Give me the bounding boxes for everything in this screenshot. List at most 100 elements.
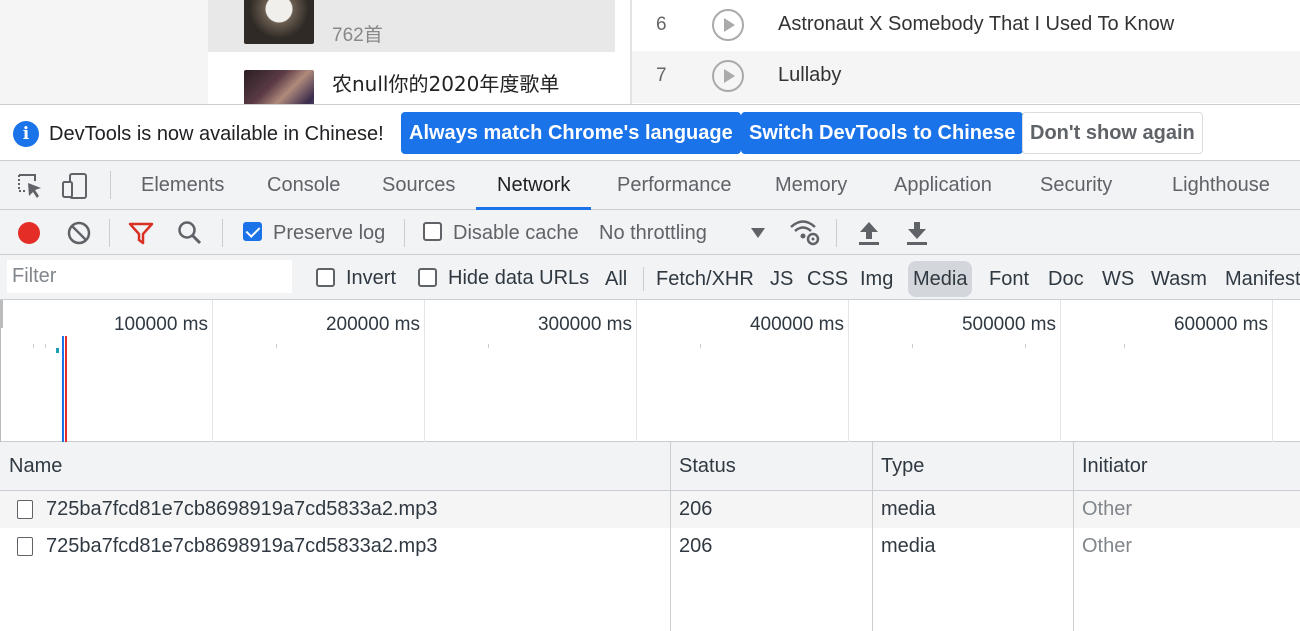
song-title[interactable]: Lullaby	[778, 64, 841, 87]
disable-cache-checkbox[interactable]	[423, 222, 442, 241]
type-filter-media[interactable]: Media	[908, 261, 973, 297]
preserve-log-label[interactable]: Preserve log	[273, 222, 385, 245]
overview-minor-tick	[488, 344, 489, 348]
type-filter-fetch-xhr[interactable]: Fetch/XHR	[651, 261, 759, 297]
overview-minor-tick	[700, 344, 701, 348]
song-title[interactable]: Astronaut X Somebody That I Used To Know	[778, 13, 1174, 36]
request-status: 206	[679, 535, 713, 557]
column-divider[interactable]	[1073, 442, 1074, 631]
type-filter-wasm[interactable]: Wasm	[1146, 261, 1212, 297]
filter-separator	[643, 267, 644, 291]
search-icon[interactable]	[177, 220, 203, 251]
type-filter-doc[interactable]: Doc	[1043, 261, 1089, 297]
throttling-select[interactable]: No throttling	[599, 222, 707, 245]
disable-cache-label[interactable]: Disable cache	[453, 222, 579, 245]
network-overview-timeline[interactable]: 100000 ms 200000 ms 300000 ms 400000 ms …	[0, 300, 1300, 442]
dropdown-arrow-icon[interactable]	[750, 226, 766, 244]
column-header-initiator[interactable]: Initiator	[1073, 442, 1148, 490]
overview-load-line	[65, 336, 67, 442]
filter-icon[interactable]	[128, 220, 154, 251]
column-header-status[interactable]: Status	[670, 442, 736, 490]
overview-minor-tick	[45, 344, 46, 348]
hide-data-urls-label[interactable]: Hide data URLs	[448, 267, 589, 290]
toolbar-separator	[222, 219, 223, 247]
overview-minor-tick	[912, 344, 913, 348]
table-row[interactable]: 725ba7fcd81e7cb8698919a7cd5833a2.mp3 206…	[0, 528, 1300, 565]
song-row[interactable]: 7 Lullaby	[632, 51, 1300, 103]
tab-security[interactable]: Security	[1040, 161, 1112, 209]
tab-performance[interactable]: Performance	[617, 161, 732, 209]
network-filter-bar: Invert Hide data URLs All Fetch/XHR JS C…	[0, 255, 1300, 300]
filter-input[interactable]	[7, 260, 292, 293]
switch-to-chinese-button[interactable]: Switch DevTools to Chinese	[741, 112, 1024, 154]
overview-tick-label: 600000 ms	[1173, 314, 1268, 335]
column-header-type[interactable]: Type	[872, 442, 924, 490]
toolbar-separator	[109, 219, 110, 247]
overview-tick-label: 400000 ms	[749, 314, 844, 335]
type-filter-font[interactable]: Font	[984, 261, 1034, 297]
toolbar-separator	[836, 219, 837, 247]
export-har-icon[interactable]	[905, 220, 929, 251]
overview-tick-label: 300000 ms	[537, 314, 632, 335]
overview-minor-tick	[33, 344, 34, 348]
play-icon[interactable]	[712, 9, 744, 41]
playlist-item[interactable]: 762首	[208, 0, 615, 52]
file-icon	[17, 537, 33, 556]
request-table: Name Status Type Initiator 725ba7fcd81e7…	[0, 442, 1300, 631]
tab-sources[interactable]: Sources	[382, 161, 455, 209]
request-initiator: Other	[1082, 535, 1133, 557]
record-icon[interactable]	[16, 220, 42, 251]
inspect-element-icon[interactable]	[15, 171, 45, 201]
tab-separator	[110, 171, 111, 199]
overview-tick-label: 100000 ms	[113, 314, 208, 335]
type-filter-all[interactable]: All	[600, 261, 632, 297]
request-name[interactable]: 725ba7fcd81e7cb8698919a7cd5833a2.mp3	[46, 528, 437, 565]
page-left-gutter	[0, 0, 208, 104]
overview-gridline	[1060, 300, 1061, 442]
type-filter-img[interactable]: Img	[855, 261, 898, 297]
tab-console[interactable]: Console	[267, 161, 340, 209]
hide-data-urls-checkbox[interactable]	[418, 268, 437, 287]
dont-show-again-button[interactable]: Don't show again	[1022, 112, 1203, 154]
type-filter-manifest[interactable]: Manifest	[1220, 261, 1300, 297]
type-filter-css[interactable]: CSS	[802, 261, 853, 297]
network-toolbar: Preserve log Disable cache No throttling	[0, 210, 1300, 255]
request-table-header: Name Status Type Initiator	[0, 442, 1300, 491]
clear-icon[interactable]	[66, 220, 92, 251]
tab-lighthouse[interactable]: Lighthouse	[1172, 161, 1270, 209]
column-divider[interactable]	[670, 442, 671, 631]
tab-network[interactable]: Network	[475, 161, 592, 210]
devtools-panel: i DevTools is now available in Chinese! …	[0, 104, 1300, 631]
overview-gridline	[636, 300, 637, 442]
playlist-item[interactable]: 农null你的2020年度歌单	[208, 52, 615, 104]
type-filter-ws[interactable]: WS	[1097, 261, 1139, 297]
playlist-column: 762首 农null你的2020年度歌单	[208, 0, 630, 104]
import-har-icon[interactable]	[857, 220, 881, 251]
network-conditions-icon[interactable]	[789, 218, 821, 253]
song-row[interactable]: 6 Astronaut X Somebody That I Used To Kn…	[632, 0, 1300, 52]
language-infobar: i DevTools is now available in Chinese! …	[0, 105, 1300, 161]
overview-gridline	[424, 300, 425, 442]
overview-gridline	[212, 300, 213, 442]
always-match-language-button[interactable]: Always match Chrome's language	[401, 112, 741, 154]
request-name[interactable]: 725ba7fcd81e7cb8698919a7cd5833a2.mp3	[46, 491, 437, 528]
type-filter-js[interactable]: JS	[765, 261, 798, 297]
column-divider[interactable]	[872, 442, 873, 631]
devtools-tab-bar: Elements Console Sources Network Perform…	[0, 161, 1300, 210]
preserve-log-checkbox[interactable]	[243, 222, 262, 241]
toolbar-separator	[404, 219, 405, 247]
table-row[interactable]: 725ba7fcd81e7cb8698919a7cd5833a2.mp3 206…	[0, 491, 1300, 528]
overview-gridline	[848, 300, 849, 442]
invert-label[interactable]: Invert	[346, 267, 396, 290]
tab-memory[interactable]: Memory	[775, 161, 847, 209]
song-number: 6	[656, 14, 667, 35]
column-header-name[interactable]: Name	[0, 442, 62, 490]
tab-application[interactable]: Application	[894, 161, 992, 209]
playlist-cover	[244, 0, 314, 44]
invert-checkbox[interactable]	[316, 268, 335, 287]
tab-elements[interactable]: Elements	[141, 161, 224, 209]
play-icon[interactable]	[712, 60, 744, 92]
playlist-cover	[244, 70, 314, 104]
device-toolbar-icon[interactable]	[60, 171, 90, 201]
overview-tick-label: 200000 ms	[325, 314, 420, 335]
